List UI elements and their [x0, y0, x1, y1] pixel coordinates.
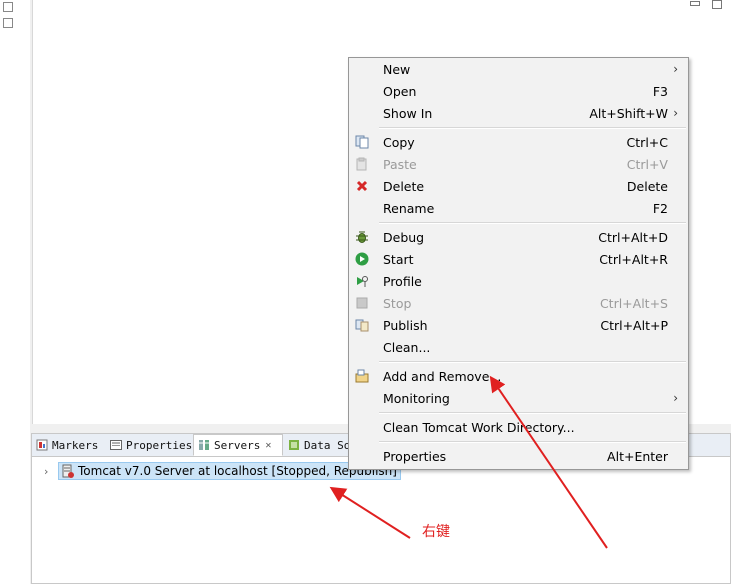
annotation-arrow-to-menu-item: [489, 375, 608, 549]
annotation-label: 右键: [422, 524, 450, 540]
annotation-arrows: [329, 375, 608, 549]
annotation-arrow-to-server: [329, 486, 411, 539]
